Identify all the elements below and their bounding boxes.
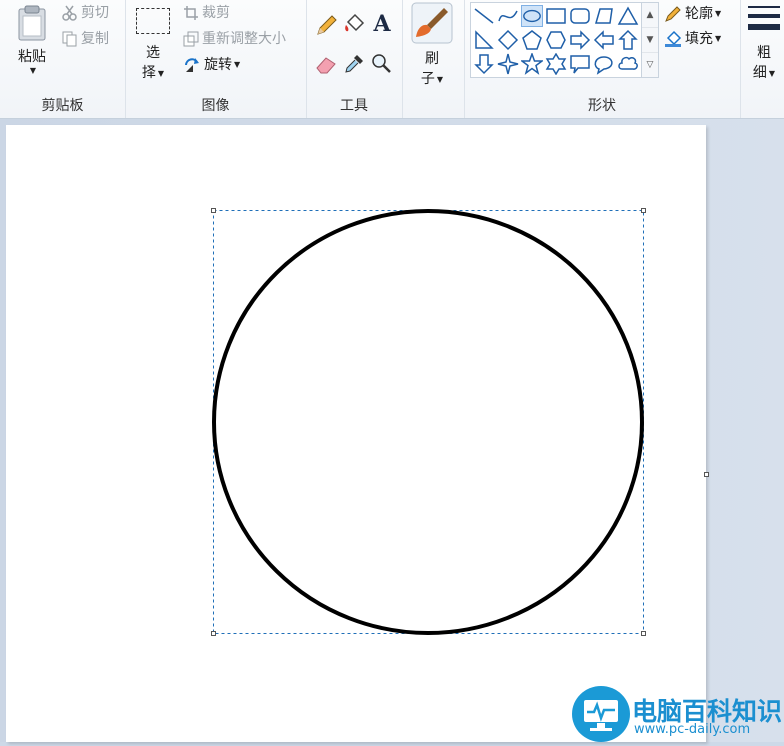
right-triangle-shape-icon[interactable] xyxy=(473,29,495,51)
rotate-button[interactable]: 旋转 ▼ xyxy=(183,54,240,76)
tools-group-label: 工具 xyxy=(340,98,368,114)
curve-shape-icon[interactable] xyxy=(497,5,519,27)
canvas-drawing[interactable] xyxy=(6,125,706,742)
shapes-gallery-scroll[interactable]: ▲ ▼ ▽ xyxy=(641,2,659,78)
crop-icon xyxy=(184,6,198,20)
clipboard-icon xyxy=(18,5,46,41)
line-shape-icon[interactable] xyxy=(473,5,495,27)
copy-button[interactable]: 复制 xyxy=(62,28,109,50)
selection-handle-bottom-right[interactable] xyxy=(641,631,646,636)
scroll-up-icon[interactable]: ▲ xyxy=(642,3,658,28)
select-label-top: 选 xyxy=(146,45,160,61)
outline-button[interactable]: 轮廓 ▼ xyxy=(664,3,721,25)
size-label-top: 粗 xyxy=(757,45,771,61)
tools-group: A 工具 xyxy=(306,0,403,118)
paste-button[interactable]: 粘贴 ▼ xyxy=(10,4,54,75)
magnifier-icon[interactable] xyxy=(370,52,394,76)
crop-button[interactable]: 裁剪 xyxy=(183,2,230,24)
clipboard-group-label: 剪贴板 xyxy=(41,98,84,114)
oval-callout-shape-icon[interactable] xyxy=(593,53,615,75)
text-tool-icon[interactable]: A xyxy=(370,12,394,36)
outline-pen-icon xyxy=(665,6,681,22)
image-group-label: 图像 xyxy=(201,98,230,114)
hexagon-shape-icon[interactable] xyxy=(545,29,567,51)
watermark: 电脑百科知识 www.pc-daily.com xyxy=(572,686,784,742)
eraser-icon[interactable] xyxy=(314,52,338,76)
size-button[interactable]: 粗 细 ▼ xyxy=(744,2,784,82)
monitor-icon xyxy=(584,700,618,731)
canvas-resize-handle-right[interactable] xyxy=(704,472,709,477)
brush-icon xyxy=(411,2,453,44)
triangle-shape-icon[interactable] xyxy=(617,5,639,27)
chevron-down-icon: ▼ xyxy=(234,60,241,69)
brushes-button[interactable]: 刷 子 ▼ xyxy=(410,2,454,88)
scroll-down-icon[interactable]: ▼ xyxy=(642,28,658,53)
cut-label: 剪切 xyxy=(81,5,109,21)
fill-bucket-icon xyxy=(665,30,682,47)
select-button[interactable]: 选 择 ▼ xyxy=(135,8,171,82)
polygon-shape-icon[interactable] xyxy=(593,5,615,27)
watermark-logo xyxy=(572,686,630,742)
brushes-group: 刷 子 ▼ xyxy=(402,0,465,118)
image-group: 选 择 ▼ 裁剪 重新调整大小 旋转 ▼ 图像 xyxy=(125,0,307,118)
clipboard-group: 粘贴 ▼ 剪切 复制 剪贴板 xyxy=(0,0,126,118)
crop-label: 裁剪 xyxy=(202,5,230,21)
brushes-label-top: 刷 xyxy=(425,51,439,67)
ribbon: 粘贴 ▼ 剪切 复制 剪贴板 选 择 ▼ 裁剪 重新调整大小 旋转 ▼ 图像 A… xyxy=(0,0,784,119)
chevron-down-icon: ▼ xyxy=(768,68,776,78)
chevron-down-icon: ▼ xyxy=(436,74,444,84)
oval-shape-icon[interactable] xyxy=(521,5,543,27)
size-label-bottom: 细 xyxy=(752,65,767,81)
resize-icon xyxy=(183,31,199,47)
up-arrow-shape-icon[interactable] xyxy=(617,29,639,51)
watermark-url: www.pc-daily.com xyxy=(634,722,751,737)
resize-label: 重新调整大小 xyxy=(202,31,286,47)
chevron-down-icon: ▼ xyxy=(715,34,722,43)
fill-label: 填充 xyxy=(685,31,713,47)
pencil-icon[interactable] xyxy=(314,14,338,38)
select-label-bottom: 择 xyxy=(141,65,156,81)
rounded-rectangle-shape-icon[interactable] xyxy=(569,5,591,27)
rotate-icon xyxy=(185,58,199,72)
pentagon-shape-icon[interactable] xyxy=(521,29,543,51)
rect-callout-shape-icon[interactable] xyxy=(569,53,591,75)
select-rect-icon xyxy=(136,8,170,34)
shapes-gallery xyxy=(470,2,642,78)
rotate-label: 旋转 xyxy=(204,57,232,73)
shapes-group-label: 形状 xyxy=(588,98,616,114)
scissors-icon xyxy=(62,5,77,21)
copy-icon xyxy=(62,31,77,47)
six-point-star-shape-icon[interactable] xyxy=(545,53,567,75)
down-arrow-shape-icon[interactable] xyxy=(473,53,495,75)
right-arrow-shape-icon[interactable] xyxy=(569,29,591,51)
selection-handle-top-left[interactable] xyxy=(211,208,216,213)
chevron-down-icon: ▼ xyxy=(29,66,37,75)
four-point-star-shape-icon[interactable] xyxy=(497,53,519,75)
circle-shape[interactable] xyxy=(212,209,644,635)
chevron-down-icon: ▼ xyxy=(715,9,722,18)
paste-label: 粘贴 xyxy=(18,49,46,65)
outline-label: 轮廓 xyxy=(685,6,713,22)
selection-handle-top-right[interactable] xyxy=(641,208,646,213)
selection-handle-bottom-left[interactable] xyxy=(211,631,216,636)
gallery-expand-icon[interactable]: ▽ xyxy=(642,53,658,77)
drawing-canvas[interactable] xyxy=(6,125,706,742)
cut-button[interactable]: 剪切 xyxy=(62,2,109,24)
brushes-label-bottom: 子 xyxy=(420,71,435,87)
rectangle-shape-icon[interactable] xyxy=(545,5,567,27)
left-arrow-shape-icon[interactable] xyxy=(593,29,615,51)
resize-button[interactable]: 重新调整大小 xyxy=(183,28,286,50)
line-width-icon xyxy=(748,6,780,30)
cloud-callout-shape-icon[interactable] xyxy=(617,53,639,75)
color-picker-icon[interactable] xyxy=(342,52,366,76)
fill-bucket-icon[interactable] xyxy=(342,12,366,36)
fill-button[interactable]: 填充 ▼ xyxy=(664,28,721,50)
diamond-shape-icon[interactable] xyxy=(497,29,519,51)
five-point-star-shape-icon[interactable] xyxy=(521,53,543,75)
chevron-down-icon: ▼ xyxy=(157,68,165,78)
copy-label: 复制 xyxy=(81,31,109,47)
